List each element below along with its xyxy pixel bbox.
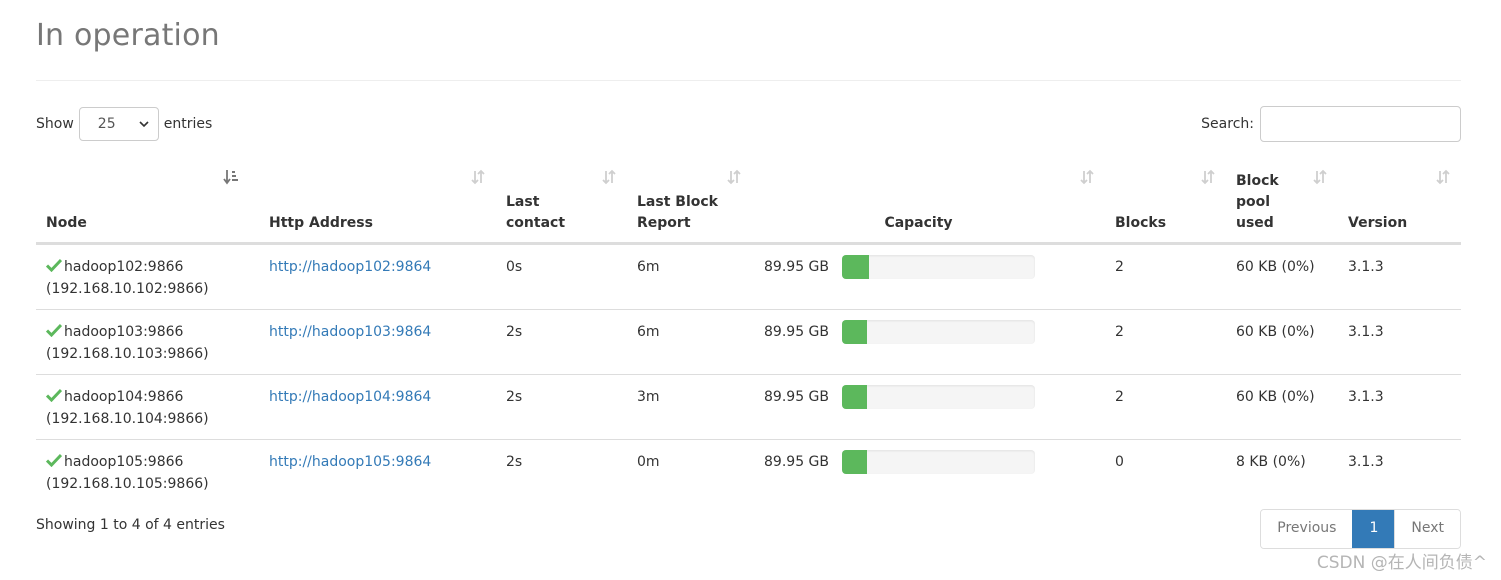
capacity-progress-bar <box>842 385 1035 409</box>
table-row: hadoop103:9866 (192.168.10.103:9866) http:… <box>36 309 1461 375</box>
node-cell: hadoop103:9866 (192.168.10.103:9866) <box>36 309 259 375</box>
entries-length-control: Show 25 entries <box>36 106 212 142</box>
column-header-capacity[interactable]: Capacity <box>752 163 1105 245</box>
block-pool-used-cell: 60 KB (0%) <box>1236 259 1315 275</box>
node-name: hadoop102:9866 <box>64 259 184 275</box>
node-name: hadoop105:9866 <box>64 454 184 470</box>
http-address-cell: http://hadoop103:9864 <box>259 309 496 375</box>
column-header-last-contact[interactable]: Last contact <box>496 163 627 245</box>
page-1-button[interactable]: 1 <box>1352 510 1395 548</box>
capacity-value: 89.95 GB <box>764 259 829 275</box>
last-contact-cell: 0s <box>506 259 523 275</box>
blocks-cell: 2 <box>1105 309 1226 375</box>
capacity-progress-bar <box>842 255 1035 279</box>
version-cell: 3.1.3 <box>1338 374 1461 440</box>
http-address-link[interactable]: http://hadoop102:9864 <box>269 259 431 275</box>
search-input[interactable] <box>1260 106 1461 142</box>
capacity-progress-bar <box>842 320 1035 344</box>
sort-icon <box>1435 169 1451 185</box>
node-cell: hadoop105:9866 (192.168.10.105:9866) <box>36 439 259 504</box>
last-block-report-cell: 6m <box>637 259 660 275</box>
next-page-button[interactable]: Next <box>1394 510 1460 548</box>
node-name: hadoop103:9866 <box>64 324 184 340</box>
sort-icon <box>1312 169 1328 185</box>
node-cell: hadoop102:9866 (192.168.10.102:9866) <box>36 244 259 310</box>
column-header-last-block-report[interactable]: Last Block Report <box>627 163 752 245</box>
sort-icon <box>470 169 486 185</box>
node-cell: hadoop104:9866 (192.168.10.104:9866) <box>36 374 259 440</box>
title-divider <box>36 80 1461 81</box>
blocks-cell: 2 <box>1115 259 1124 275</box>
http-address-cell: http://hadoop102:9864 <box>259 244 496 310</box>
capacity-cell: 89.95 GB <box>752 374 1105 440</box>
last-block-report-cell: 0m <box>627 439 752 504</box>
capacity-value: 89.95 GB <box>764 454 829 470</box>
last-block-report-cell: 3m <box>627 374 752 440</box>
sort-icon <box>1200 169 1216 185</box>
entries-per-page-select[interactable]: 25 <box>78 107 159 141</box>
last-contact-cell: 2s <box>496 309 627 375</box>
capacity-progress-fill <box>842 320 868 344</box>
block-pool-used-cell: 8 KB (0%) <box>1226 439 1338 504</box>
last-block-report-cell: 6m <box>627 309 752 375</box>
last-contact-cell: 2s <box>496 439 627 504</box>
capacity-value: 89.95 GB <box>764 389 829 405</box>
capacity-cell: 89.95 GB <box>752 309 1105 375</box>
capacity-progress-fill <box>842 450 868 474</box>
capacity-progress-fill <box>842 255 870 279</box>
node-ip: (192.168.10.105:9866) <box>46 476 209 492</box>
sort-icon <box>1079 169 1095 185</box>
sort-icon <box>601 169 617 185</box>
search-label: Search: <box>1201 116 1254 132</box>
blocks-cell: 0 <box>1105 439 1226 504</box>
table-header-row: Node Http Address Last contact Last Bloc… <box>36 163 1461 245</box>
table-row: hadoop102:9866 (192.168.10.102:9866) http:… <box>36 244 1461 310</box>
version-cell: 3.1.3 <box>1338 439 1461 504</box>
section-title: In operation <box>36 18 220 53</box>
column-header-block-pool-used[interactable]: Block pool used <box>1226 163 1338 245</box>
capacity-value: 89.95 GB <box>764 324 829 340</box>
http-address-cell: http://hadoop105:9864 <box>259 439 496 504</box>
http-address-cell: http://hadoop104:9864 <box>259 374 496 440</box>
block-pool-used-cell: 60 KB (0%) <box>1226 374 1338 440</box>
watermark: CSDN @在人间负债^ <box>1316 553 1487 573</box>
column-header-node[interactable]: Node <box>36 163 259 245</box>
sort-amount-asc-icon <box>223 169 239 185</box>
show-label: Show <box>36 116 74 132</box>
chevron-down-icon <box>139 121 149 128</box>
table-info: Showing 1 to 4 of 4 entries <box>36 517 225 533</box>
version-cell: 3.1.3 <box>1348 259 1384 275</box>
table-row: hadoop105:9866 (192.168.10.105:9866) http:… <box>36 439 1461 504</box>
http-address-link[interactable]: http://hadoop103:9864 <box>269 324 431 340</box>
capacity-progress-bar <box>842 450 1035 474</box>
datanode-table: Node Http Address Last contact Last Bloc… <box>36 163 1461 504</box>
node-ip: (192.168.10.103:9866) <box>46 346 209 362</box>
version-cell: 3.1.3 <box>1338 309 1461 375</box>
node-ip: (192.168.10.102:9866) <box>46 281 209 297</box>
http-address-link[interactable]: http://hadoop105:9864 <box>269 454 431 470</box>
check-icon <box>46 453 62 467</box>
capacity-cell: 89.95 GB <box>752 244 1105 310</box>
table-row: hadoop104:9866 (192.168.10.104:9866) http:… <box>36 374 1461 440</box>
block-pool-used-cell: 60 KB (0%) <box>1226 309 1338 375</box>
entries-label: entries <box>163 116 213 132</box>
last-contact-cell: 2s <box>496 374 627 440</box>
check-icon <box>46 258 62 272</box>
search-control: Search: <box>1201 106 1461 142</box>
node-name: hadoop104:9866 <box>64 389 184 405</box>
pagination: Previous 1 Next <box>1260 509 1461 549</box>
entries-per-page-value: 25 <box>97 116 116 132</box>
check-icon <box>46 323 62 337</box>
check-icon <box>46 388 62 402</box>
column-header-http-address[interactable]: Http Address <box>259 163 496 245</box>
column-header-version[interactable]: Version <box>1338 163 1461 245</box>
node-ip: (192.168.10.104:9866) <box>46 411 209 427</box>
column-header-blocks[interactable]: Blocks <box>1105 163 1226 245</box>
sort-icon <box>726 169 742 185</box>
capacity-cell: 89.95 GB <box>752 439 1105 504</box>
http-address-link[interactable]: http://hadoop104:9864 <box>269 389 431 405</box>
capacity-progress-fill <box>842 385 868 409</box>
blocks-cell: 2 <box>1105 374 1226 440</box>
previous-page-button[interactable]: Previous <box>1261 510 1353 548</box>
